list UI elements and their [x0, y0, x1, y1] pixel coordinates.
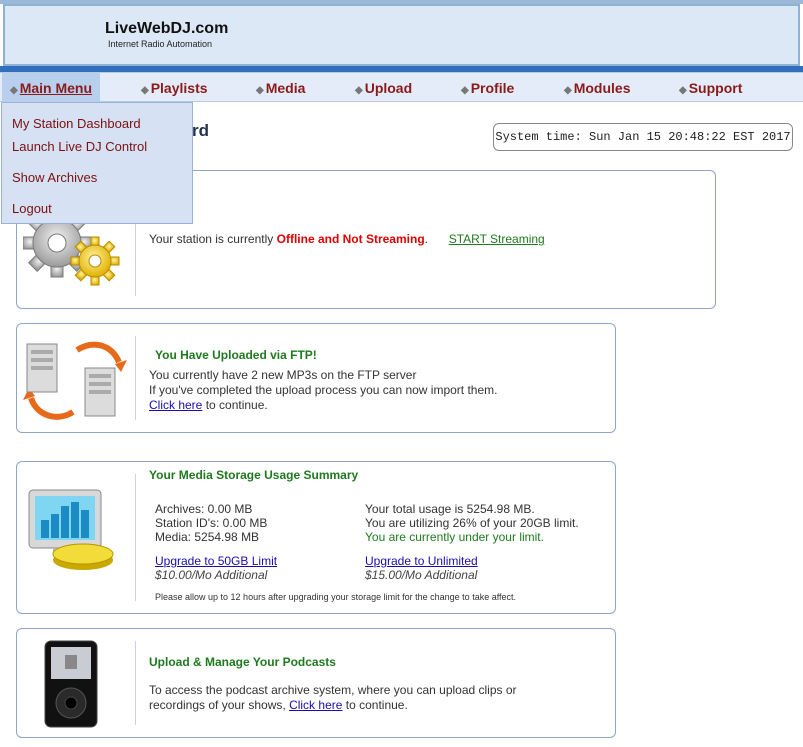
upgrade-unlimited-link[interactable]: Upgrade to Unlimited: [365, 554, 478, 568]
ftp-line2: If you've completed the upload process y…: [149, 383, 498, 397]
menu-item-live-dj-control[interactable]: Launch Live DJ Control: [12, 139, 147, 154]
utilization: You are utilizing 26% of your 20GB limit…: [365, 516, 579, 530]
podcast-heading: Upload & Manage Your Podcasts: [149, 655, 336, 669]
brand: LiveWebDJ.com Internet Radio Automation: [105, 20, 228, 49]
servers-sync-icon: [23, 332, 131, 428]
media-usage: Media: 5254.98 MB: [155, 530, 260, 544]
nav-label: Playlists: [150, 80, 208, 96]
diamond-icon: ◆: [256, 85, 264, 96]
storage-chart-icon: [23, 484, 131, 584]
system-time: System time: Sun Jan 15 20:48:22 EST 201…: [493, 123, 793, 151]
status-suffix: .: [424, 232, 428, 246]
podcast-click-here-link[interactable]: Click here: [289, 698, 342, 712]
ftp-heading: You Have Uploaded via FTP!: [155, 348, 317, 362]
ftp-line1: You currently have 2 new MP3s on the FTP…: [149, 368, 417, 382]
nav-label: Upload: [364, 80, 413, 96]
storage-note: Please allow up to 12 hours after upgrad…: [155, 592, 517, 602]
upgrade-50gb-label[interactable]: Upgrade to 50GB Limit: [155, 554, 277, 568]
main-nav: ◆ Main Menu ◆ Playlists ◆ Media ◆ Upload ◆ Pr…: [0, 72, 803, 103]
status-value: Offline and Not Streaming: [276, 232, 425, 246]
nav-label: Media: [265, 80, 306, 96]
page-title: rd: [192, 121, 209, 140]
site-header: LiveWebDJ.com Internet Radio Automation: [3, 4, 800, 66]
nav-main-menu[interactable]: ◆ Main Menu: [2, 73, 101, 103]
ftp-line3: Click here to continue.: [149, 398, 268, 412]
nav-modules[interactable]: ◆ Modules: [564, 73, 630, 103]
upgrade-50gb-link[interactable]: Upgrade to 50GB Limit: [155, 554, 277, 568]
podcast-line1: To access the podcast archive system, wh…: [149, 683, 517, 697]
ftp-card: You Have Uploaded via FTP! You currently…: [16, 323, 616, 433]
main-menu-dropdown: My Station Dashboard Launch Live DJ Cont…: [1, 102, 193, 224]
divider: [135, 474, 136, 601]
nav-profile[interactable]: ◆ Profile: [461, 73, 514, 103]
storage-heading: Your Media Storage Usage Summary: [149, 468, 359, 482]
brand-title: LiveWebDJ.com: [105, 20, 229, 37]
ftp-click-here-link[interactable]: Click here: [149, 398, 202, 412]
divider: [135, 336, 136, 420]
nav-label: Profile: [470, 80, 515, 96]
diamond-icon: ◆: [564, 85, 572, 96]
divider: [135, 641, 136, 725]
nav-media[interactable]: ◆ Media: [256, 73, 305, 103]
diamond-icon: ◆: [461, 85, 469, 96]
ftp-line3-suffix: to continue.: [202, 398, 268, 412]
station-ids-usage: Station ID's: 0.00 MB: [155, 516, 268, 530]
upgrade-unlimited-label[interactable]: Upgrade to Unlimited: [365, 554, 478, 568]
nav-label: Support: [688, 80, 743, 96]
diamond-icon: ◆: [355, 85, 363, 96]
storage-card: Your Media Storage Usage Summary Archive…: [16, 461, 616, 614]
nav-support[interactable]: ◆ Support: [679, 73, 742, 103]
podcast-card: Upload & Manage Your Podcasts To access …: [16, 628, 616, 738]
brand-subtitle: Internet Radio Automation: [108, 39, 213, 49]
nav-label: Main Menu: [19, 80, 93, 96]
nav-upload[interactable]: ◆ Upload: [355, 73, 412, 103]
diamond-icon: ◆: [141, 85, 149, 96]
podcast-line2-prefix: recordings of your shows,: [149, 698, 290, 712]
upgrade-50gb-price: $10.00/Mo Additional: [155, 568, 268, 582]
diamond-icon: ◆: [679, 85, 687, 96]
upgrade-unlimited-price: $15.00/Mo Additional: [365, 568, 478, 582]
archives-usage: Archives: 0.00 MB: [155, 502, 253, 516]
under-limit-status: You are currently under your limit.: [365, 530, 544, 544]
podcast-line2-suffix: to continue.: [342, 698, 408, 712]
station-status-text: Your station is currently Offline and No…: [149, 232, 545, 246]
menu-item-station-dashboard[interactable]: My Station Dashboard: [12, 116, 141, 131]
diamond-icon: ◆: [10, 85, 18, 96]
menu-item-logout[interactable]: Logout: [12, 201, 52, 216]
menu-item-show-archives[interactable]: Show Archives: [12, 170, 97, 185]
media-player-icon: [23, 637, 131, 733]
status-prefix: Your station is currently: [149, 232, 274, 246]
nav-label: Modules: [573, 80, 631, 96]
start-streaming-link[interactable]: START Streaming: [449, 232, 545, 246]
nav-playlists[interactable]: ◆ Playlists: [141, 73, 208, 103]
total-usage: Your total usage is 5254.98 MB.: [365, 502, 535, 516]
podcast-line2: recordings of your shows, Click here to …: [149, 698, 408, 712]
